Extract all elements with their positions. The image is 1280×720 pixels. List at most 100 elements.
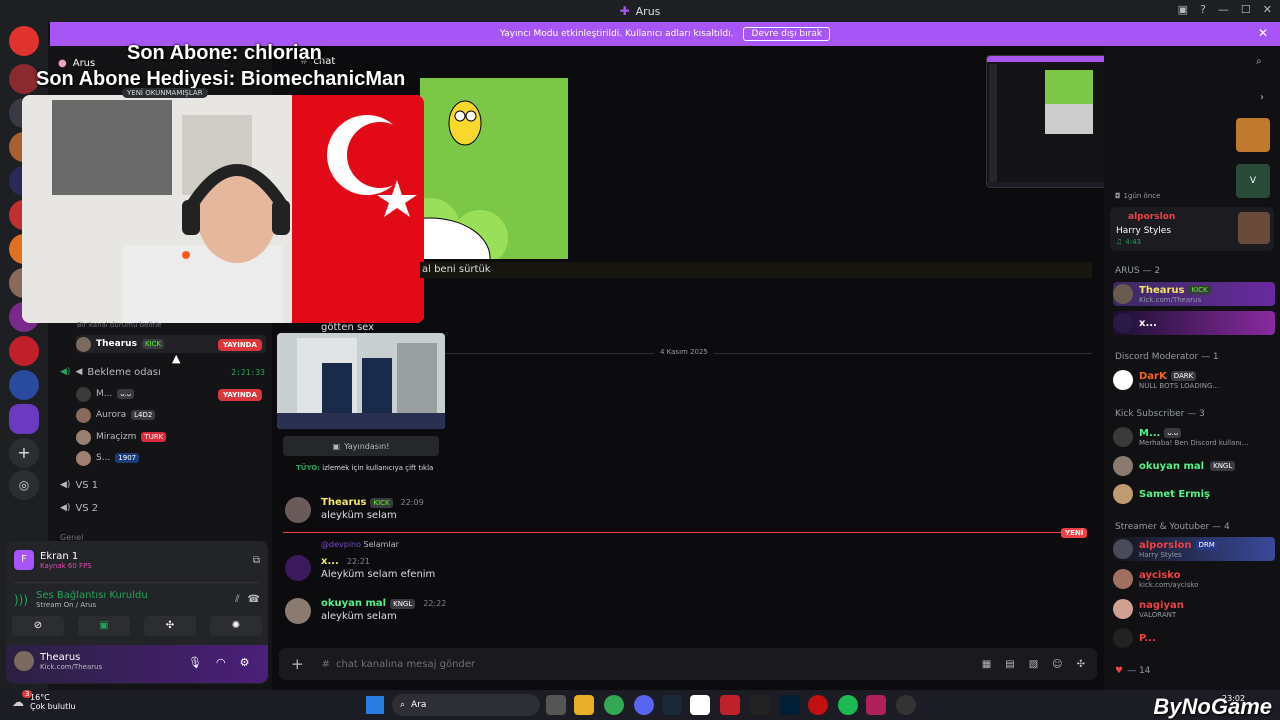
microphone-icon[interactable]: 🎙 [188,656,202,669]
unread-label[interactable]: YENİ OKUNMAMIŞLAR [122,88,208,98]
server-icon-1[interactable] [9,64,39,94]
member-name: x... [1139,317,1157,329]
add-attachment-icon[interactable]: + [291,655,304,673]
reply-preview[interactable]: @devpino Selamlar [321,540,399,549]
inbox-icon[interactable]: ▣ [1178,3,1188,16]
message-text: Aleyküm selam efenim [321,569,436,580]
server-icon-arus[interactable] [9,404,39,434]
search-icon[interactable]: ⌕ [1256,56,1262,67]
game-thumbnail[interactable] [1236,118,1270,152]
avatar [1113,599,1133,619]
steam-icon[interactable] [662,695,682,715]
spotify-icon[interactable] [838,695,858,715]
avatar [1113,313,1133,333]
panel-action-buttons: ⊘ ▣ ✣ ✺ [12,616,262,636]
avatar[interactable] [285,598,311,624]
add-server-icon[interactable]: + [9,438,39,468]
member-row[interactable]: Samet Ermiş [1113,482,1275,506]
voice-member-2[interactable]: Aurora L4D2 [76,405,156,425]
video-embed[interactable] [277,333,445,429]
weather-temp: 16°C [30,693,50,702]
voice-channel-vs2[interactable]: ◀) VS 2 [60,498,98,518]
title-bar: ✚ Arus ▣ ? — ☐ ✕ [0,0,1280,22]
user-name: Thearus [40,651,81,663]
task-view-icon[interactable] [546,695,566,715]
activity-card[interactable]: alporslon Harry Styles ♫ 4:43 [1110,207,1274,251]
apps-icon[interactable]: ✣ [1077,659,1085,670]
taskbar-search[interactable]: ⌕ Ara [392,694,540,716]
date-divider: 4 Kasım 2025 [654,348,714,356]
soundboard-button[interactable]: ✺ [210,616,262,636]
member-row[interactable]: DarK DARK NULL BOTS LOADING... [1113,368,1275,392]
gif-icon[interactable]: ▤ [1005,659,1014,670]
avatar[interactable] [285,555,311,581]
member-row[interactable]: nagiyan VALORANT [1113,597,1275,621]
discover-icon[interactable]: ◎ [9,470,39,500]
popout-icon[interactable]: ⧉ [253,555,260,566]
message-composer[interactable]: + # chat kanalına mesaj gönder ▦ ▤ ▧ ☺ ✣ [279,648,1097,680]
message-author[interactable]: okuyan mal [321,598,386,609]
taskbar-app-icon[interactable] [866,695,886,715]
message-author[interactable]: Thearus [321,497,366,508]
close-icon[interactable]: ✕ [1258,26,1268,40]
activities-button[interactable]: ✣ [144,616,196,636]
chrome-icon[interactable] [604,695,624,715]
watching-button[interactable]: ▣ Yayındasın! [283,436,439,456]
taskbar-app-icon[interactable] [720,695,740,715]
help-icon[interactable]: ? [1200,3,1206,16]
voice-channel-waiting[interactable]: ◀) ◀ Bekleme odası 2:21:33 [60,362,265,382]
obs-icon[interactable] [896,695,916,715]
member-row[interactable]: P... [1113,626,1275,650]
server-icon-9[interactable] [9,336,39,366]
voice-member-4[interactable]: S... 1907 [76,448,140,468]
sticker-icon[interactable]: ▧ [1029,659,1038,670]
member-row[interactable]: Thearus KICK Kick.com/Thearus [1113,282,1275,306]
minimize-button[interactable]: — [1218,3,1229,16]
member-row[interactable]: alporslon DRM Harry Styles [1113,537,1275,561]
member-row[interactable]: x... [1113,311,1275,335]
start-button[interactable] [366,696,384,714]
taskbar-app-icon[interactable] [808,695,828,715]
headphones-icon[interactable]: ◠ [216,656,226,669]
gift-icon[interactable]: ▦ [982,659,991,670]
home-discord-icon[interactable] [9,26,39,56]
photoshop-icon[interactable] [780,695,800,715]
close-window-button[interactable]: ✕ [1263,3,1272,16]
member-name: Samet Ermiş [1139,488,1210,500]
disable-streamer-mode-button[interactable]: Devre dışı bırak [743,27,831,41]
voice-status-title[interactable]: Ses Bağlantısı Kuruldu [36,590,148,601]
avatar [76,386,91,402]
server-icon-10[interactable] [9,370,39,400]
voice-member-1[interactable]: M... ᴗ.ᴗ [76,384,135,404]
file-explorer-icon[interactable] [574,695,594,715]
member-group-footer: ♥ — 14 [1115,666,1150,676]
discord-icon[interactable] [634,695,654,715]
live-badge: YAYINDA [218,389,262,401]
emoji-icon[interactable]: ☺ [1052,659,1062,670]
message-input[interactable]: chat kanalına mesaj gönder [336,659,475,670]
camera-off-button[interactable]: ⊘ [12,616,64,636]
noise-suppression-icon[interactable]: ⫽ [235,594,239,605]
member-row[interactable]: okuyan mal KNGL [1113,454,1275,478]
member-row[interactable]: aycisko kick.com/aycisko [1113,567,1275,591]
settings-gear-icon[interactable]: ⚙ [240,656,250,669]
voice-channel-vs1[interactable]: ◀) VS 1 [60,475,98,495]
maximize-button[interactable]: ☐ [1241,3,1251,16]
avatar[interactable] [285,497,311,523]
channel-status-placeholder[interactable]: Bir kanal durumu belirle [77,321,161,329]
voice-member-3[interactable]: Miraçizm TURK [76,427,167,447]
taskbar-app-icon[interactable] [690,695,710,715]
epic-games-icon[interactable] [750,695,770,715]
disconnect-icon[interactable]: ☎ [248,594,260,605]
window-title: Arus [635,4,661,18]
gta-thumbnail[interactable]: V [1236,164,1270,198]
message-author[interactable]: x... [321,556,339,567]
voice-status-row: ))) Ses Bağlantısı Kuruldu Stream On / A… [14,582,260,612]
avatar [1113,628,1133,648]
member-row[interactable]: M... ᴗ.ᴗ Merhaba! Ben Discord kullanı... [1113,425,1275,449]
gif-image[interactable] [420,78,568,259]
share-screen-button[interactable]: ▣ [78,616,130,636]
chevron-right-icon[interactable]: › [1260,92,1264,103]
kick-badge: KICK [1188,285,1211,295]
user-info[interactable]: Thearus Kick.com/Thearus [14,651,102,671]
